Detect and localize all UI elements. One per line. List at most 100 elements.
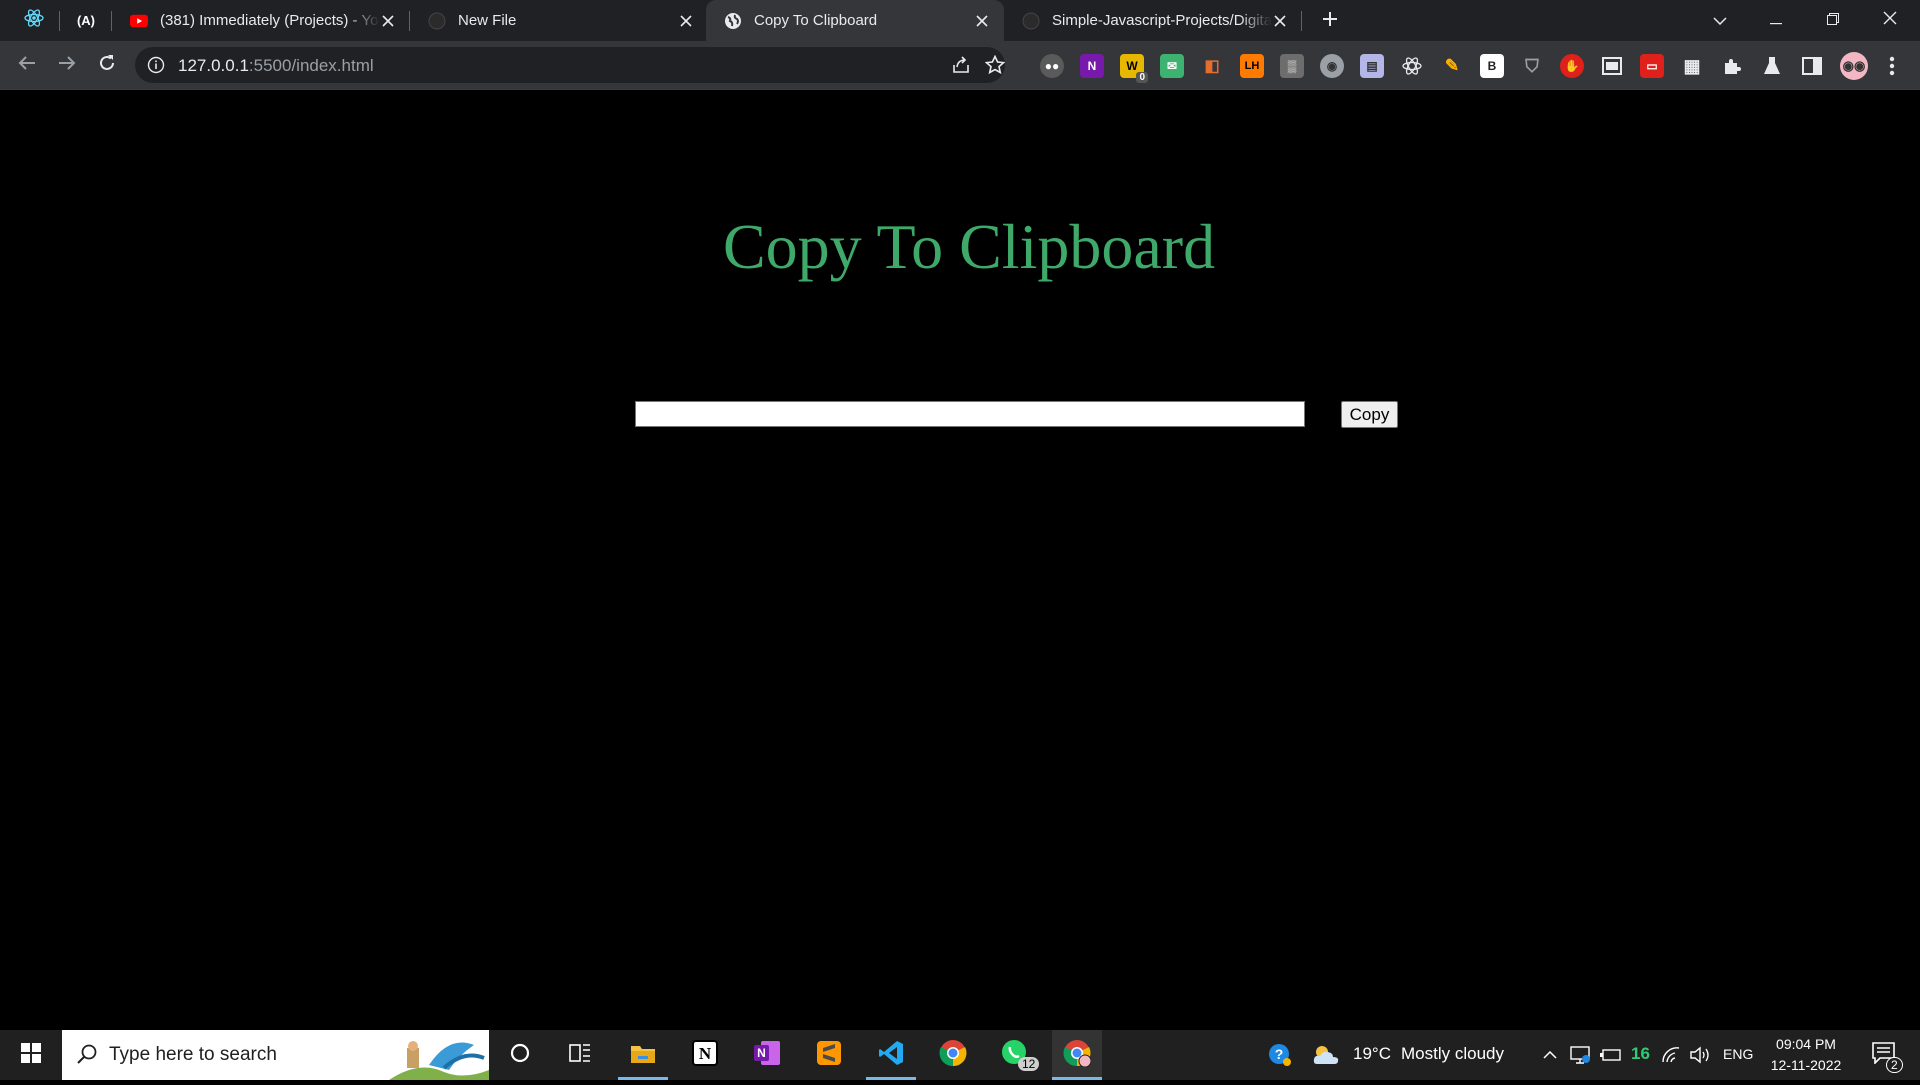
page-content: Copy To Clipboard Copy — [0, 90, 1920, 1030]
bookmark-star-icon[interactable] — [984, 54, 1006, 80]
tab-title: Copy To Clipboard — [754, 12, 878, 29]
chrome-icon — [939, 1039, 967, 1072]
volume-icon[interactable] — [1687, 1030, 1713, 1080]
tab-github-repo[interactable]: Simple-Javascript-Projects/Digital — [1004, 0, 1302, 41]
side-panel-icon[interactable] — [1800, 54, 1824, 78]
extension-badge: 0 — [1136, 72, 1148, 83]
taskbar-notion[interactable]: N — [680, 1030, 730, 1080]
browser-toolbar: 127.0.0.1:5500/index.html ●● N W0 ✉ ◧ LH… — [0, 41, 1920, 90]
tab-youtube[interactable]: (381) Immediately (Projects) - YouTube — [112, 0, 410, 41]
clock-date: 12-11-2022 — [1770, 1057, 1842, 1073]
taskbar-chrome-profile[interactable] — [1052, 1030, 1102, 1080]
show-hidden-icons-chevron-up-icon[interactable] — [1537, 1030, 1563, 1080]
clock[interactable]: 09:04 PM 12-11-2022 — [1760, 1034, 1852, 1076]
minimize-button[interactable] — [1748, 0, 1804, 41]
copy-button[interactable]: Copy — [1341, 401, 1398, 428]
close-tab-icon[interactable] — [1270, 11, 1290, 31]
react-icon — [24, 8, 44, 33]
close-tab-icon[interactable] — [676, 11, 696, 31]
taskbar-vscode[interactable] — [866, 1030, 916, 1080]
share-icon[interactable] — [951, 55, 971, 80]
language-indicator[interactable]: ENG — [1723, 1046, 1753, 1062]
cortana-circle-icon — [510, 1043, 530, 1068]
cortana-button[interactable] — [495, 1030, 545, 1080]
sublime-text-icon — [816, 1040, 842, 1071]
tab-title: New File — [458, 12, 517, 29]
extension-mail-icon[interactable]: ✉ — [1160, 54, 1184, 78]
close-icon — [1883, 11, 1897, 30]
extension-gift-icon[interactable]: ▦ — [1680, 54, 1704, 78]
reload-button[interactable] — [91, 49, 123, 81]
extension-w-icon[interactable]: W0 — [1120, 54, 1148, 83]
extension-record-icon[interactable]: ▭ — [1640, 54, 1664, 78]
tab-search-button[interactable] — [1692, 0, 1748, 41]
battery-icon[interactable] — [1598, 1030, 1624, 1080]
extension-color-picker-icon[interactable]: ✎ — [1440, 54, 1464, 78]
forward-button[interactable] — [51, 49, 83, 81]
svg-text:N: N — [757, 1046, 766, 1060]
address-bar[interactable]: 127.0.0.1:5500/index.html — [135, 47, 1006, 83]
extension-react-devtools-icon[interactable] — [1400, 54, 1424, 78]
extension-grammarly-icon[interactable]: ◉ — [1320, 54, 1344, 78]
close-window-button[interactable] — [1862, 0, 1918, 41]
pinned-tab-a11y[interactable]: (A) — [60, 0, 112, 41]
extension-office-icon[interactable]: ◧ — [1200, 54, 1224, 78]
taskbar-whatsapp[interactable]: 12 — [990, 1030, 1040, 1080]
weather-cloud-icon[interactable] — [1310, 1030, 1344, 1080]
search-placeholder: Type here to search — [109, 1044, 277, 1065]
wifi-icon[interactable] — [1658, 1030, 1684, 1080]
back-button[interactable] — [11, 49, 43, 81]
weather-condition[interactable]: Mostly cloudy — [1401, 1044, 1504, 1064]
taskbar-file-explorer[interactable] — [618, 1030, 668, 1080]
notification-center-button[interactable]: 2 — [1864, 1030, 1904, 1080]
restore-button[interactable] — [1805, 0, 1861, 41]
taskbar-onenote[interactable]: N — [742, 1030, 792, 1080]
svg-text:?: ? — [1275, 1046, 1284, 1062]
network-adapter-icon[interactable] — [1568, 1030, 1594, 1080]
extension-lighthouse-icon[interactable]: LH — [1240, 54, 1264, 78]
arrow-right-icon — [58, 55, 76, 76]
task-view-button[interactable] — [555, 1030, 605, 1080]
new-tab-button[interactable] — [1314, 5, 1346, 37]
youtube-icon — [130, 12, 148, 30]
extension-file-icon[interactable]: ▤ — [1360, 54, 1384, 78]
extension-stop-icon[interactable]: ✋ — [1560, 54, 1584, 78]
extension-onenote-icon[interactable]: N — [1080, 54, 1104, 78]
extension-window-icon[interactable] — [1600, 54, 1624, 78]
profile-avatar[interactable]: ◉◉ — [1840, 52, 1868, 80]
close-tab-icon[interactable] — [378, 11, 398, 31]
extension-shield-icon[interactable]: ⛉ — [1520, 54, 1544, 78]
tab-new-file[interactable]: New File — [410, 0, 708, 41]
reload-icon — [98, 54, 116, 77]
battery-count-text: 16 — [1631, 1044, 1650, 1063]
weather-temperature[interactable]: 19°C — [1353, 1044, 1391, 1064]
labs-flask-icon[interactable] — [1760, 54, 1784, 78]
tab-copy-to-clipboard[interactable]: Copy To Clipboard — [706, 0, 1004, 41]
chevron-down-icon — [1713, 12, 1727, 30]
clock-time: 09:04 PM — [1776, 1036, 1836, 1052]
chrome-profile-icon — [1063, 1039, 1092, 1072]
url-path: :5500/index.html — [248, 56, 374, 75]
search-icon — [76, 1044, 98, 1071]
whatsapp-badge: 12 — [1018, 1057, 1040, 1071]
close-tab-icon[interactable] — [972, 11, 992, 31]
url-host: 127.0.0.1 — [178, 56, 249, 75]
extension-notes-icon[interactable]: ▒ — [1280, 54, 1304, 78]
help-icon[interactable]: ? — [1263, 1030, 1297, 1080]
extension-b-icon[interactable]: B — [1480, 54, 1504, 78]
start-button[interactable] — [0, 1030, 62, 1080]
globe-icon — [724, 12, 742, 30]
info-icon[interactable] — [147, 56, 165, 74]
github-icon — [428, 12, 446, 30]
onenote-icon: N — [753, 1040, 781, 1071]
kebab-menu-icon[interactable] — [1880, 54, 1904, 78]
notification-count: 2 — [1886, 1057, 1903, 1073]
extension-glasses-icon[interactable]: ●● — [1040, 54, 1064, 78]
taskbar-sublime-text[interactable] — [804, 1030, 854, 1080]
taskbar-chrome[interactable] — [928, 1030, 978, 1080]
pinned-tab-react[interactable] — [8, 0, 60, 41]
arrow-left-icon — [18, 55, 36, 76]
taskbar-search-box[interactable]: Type here to search — [62, 1030, 489, 1080]
extensions-puzzle-icon[interactable] — [1720, 54, 1744, 78]
copy-text-input[interactable] — [635, 401, 1305, 427]
